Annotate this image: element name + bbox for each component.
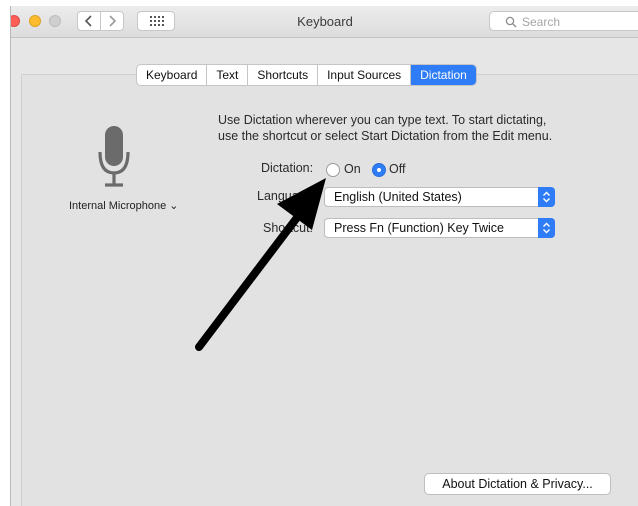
annotation-arrow-icon (195, 178, 326, 351)
